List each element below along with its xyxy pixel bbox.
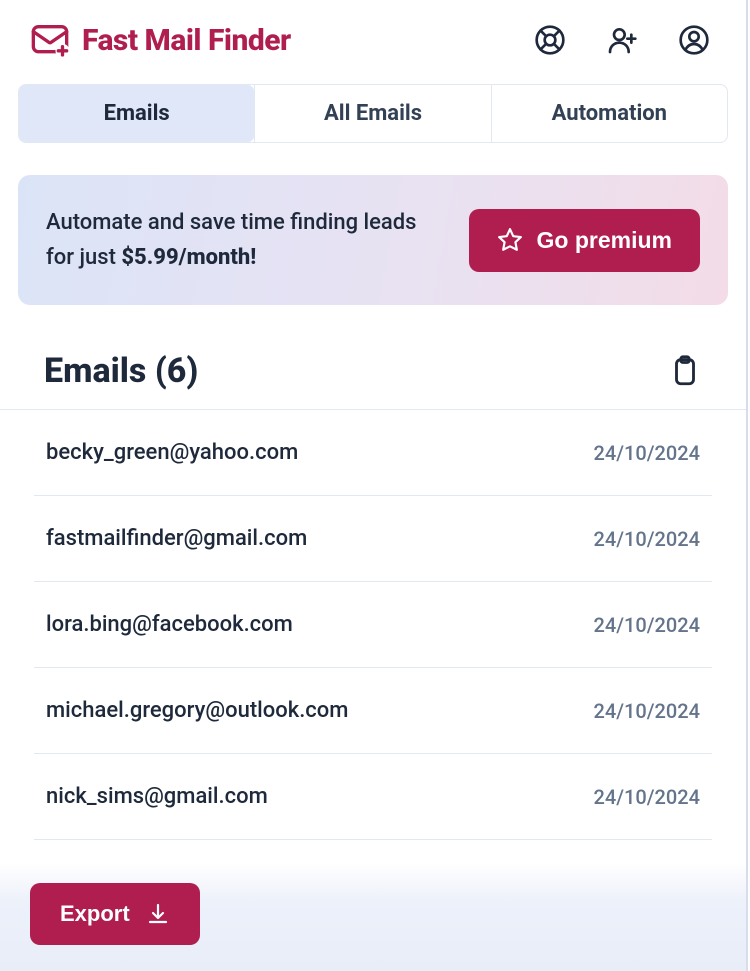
list-heading-count: (6) xyxy=(155,351,199,391)
email-row[interactable]: fastmailfinder@gmail.com 24/10/2024 xyxy=(34,496,712,582)
brand-title: Fast Mail Finder xyxy=(82,23,291,58)
export-button[interactable]: Export xyxy=(30,883,200,945)
email-row[interactable]: nick_sims@gmail.com 24/10/2024 xyxy=(34,754,712,840)
tab-all-emails[interactable]: All Emails xyxy=(254,85,490,142)
email-date: 24/10/2024 xyxy=(593,613,700,637)
promo-text-bold: $5.99/month! xyxy=(121,245,256,270)
go-premium-label: Go premium xyxy=(537,227,672,254)
promo-text: Automate and save time finding leads for… xyxy=(46,205,426,275)
tab-emails[interactable]: Emails xyxy=(19,85,254,142)
email-date: 24/10/2024 xyxy=(593,785,700,809)
go-premium-button[interactable]: Go premium xyxy=(469,209,700,272)
email-address: fastmailfinder@gmail.com xyxy=(46,526,307,551)
list-heading-prefix: Emails xyxy=(44,351,146,391)
star-icon xyxy=(497,227,523,253)
email-address: lora.bing@facebook.com xyxy=(46,612,293,637)
email-address: nick_sims@gmail.com xyxy=(46,784,268,809)
email-date: 24/10/2024 xyxy=(593,527,700,551)
mail-plus-icon xyxy=(30,20,70,60)
list-heading: Emails (6) xyxy=(44,351,198,391)
header-actions xyxy=(534,24,716,56)
email-row[interactable]: becky_green@yahoo.com 24/10/2024 xyxy=(34,410,712,496)
help-icon[interactable] xyxy=(534,24,566,56)
header: Fast Mail Finder xyxy=(0,0,746,72)
email-row[interactable]: michael.gregory@outlook.com 24/10/2024 xyxy=(34,668,712,754)
export-label: Export xyxy=(60,901,130,927)
tab-automation[interactable]: Automation xyxy=(491,85,727,142)
clipboard-icon[interactable] xyxy=(668,354,702,388)
app-root: Fast Mail Finder xyxy=(0,0,748,971)
profile-icon[interactable] xyxy=(678,24,710,56)
add-user-icon[interactable] xyxy=(606,24,638,56)
email-row[interactable]: lora.bing@facebook.com 24/10/2024 xyxy=(34,582,712,668)
email-address: becky_green@yahoo.com xyxy=(46,440,298,465)
tabs: EmailsAll EmailsAutomation xyxy=(18,84,728,143)
promo-banner: Automate and save time finding leads for… xyxy=(18,175,728,305)
email-date: 24/10/2024 xyxy=(593,699,700,723)
list-heading-row: Emails (6) xyxy=(0,305,746,409)
download-icon xyxy=(146,902,170,926)
email-date: 24/10/2024 xyxy=(593,441,700,465)
email-address: michael.gregory@outlook.com xyxy=(46,698,348,723)
footer: Export xyxy=(0,863,746,971)
email-list: becky_green@yahoo.com24/10/2024fastmailf… xyxy=(0,409,746,840)
brand: Fast Mail Finder xyxy=(30,20,291,60)
